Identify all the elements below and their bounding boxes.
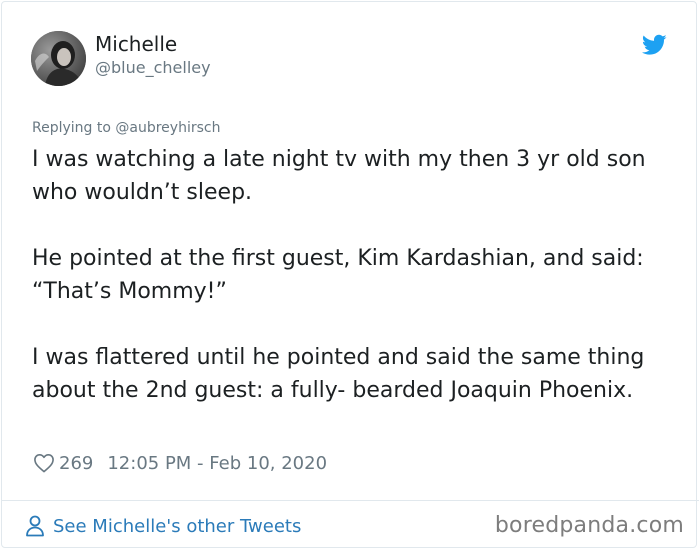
heart-icon[interactable] <box>33 453 55 473</box>
twitter-bird-icon[interactable] <box>642 34 667 56</box>
footer-divider <box>1 500 699 501</box>
tweet-paragraph: I was watching a late night tv with my t… <box>32 147 646 205</box>
person-icon <box>26 515 44 537</box>
reply-to-link[interactable]: @aubreyhirsch <box>115 120 220 136</box>
tweet-paragraph: He pointed at the first guest, Kim Karda… <box>32 246 644 304</box>
see-other-tweets-link[interactable]: See Michelle's other Tweets <box>25 513 301 539</box>
like-count[interactable]: 269 <box>59 453 93 474</box>
reply-prefix: Replying to <box>32 120 116 136</box>
avatar[interactable] <box>31 31 86 86</box>
timestamp[interactable]: 12:05 PM - Feb 10, 2020 <box>107 453 327 474</box>
tweet-text: I was watching a late night tv with my t… <box>32 143 672 407</box>
display-name[interactable]: Michelle <box>95 32 177 56</box>
user-handle[interactable]: @blue_chelley <box>95 58 211 77</box>
see-other-tweets-label: See Michelle's other Tweets <box>53 515 302 537</box>
reply-context: Replying to @aubreyhirsch <box>32 120 220 136</box>
watermark: boredpanda.com <box>494 513 684 538</box>
tweet-meta: 269 12:05 PM - Feb 10, 2020 <box>33 450 327 476</box>
profile-photo-icon <box>31 31 86 86</box>
tweet-paragraph: I was flattered until he pointed and sai… <box>32 345 645 403</box>
